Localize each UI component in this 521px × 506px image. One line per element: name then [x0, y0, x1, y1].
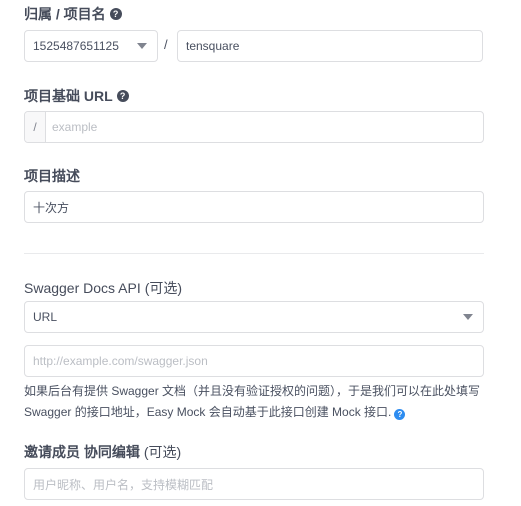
swagger-hint: 如果后台有提供 Swagger 文档（并且没有验证授权的问题），于是我们可以在此… [24, 384, 481, 420]
member-search-input[interactable]: 用户昵称、用户名，支持模糊匹配 [24, 468, 484, 500]
help-icon[interactable]: ? [116, 90, 129, 102]
project-name-value: tensquare [186, 39, 240, 53]
members-label: 邀请成员 协同编辑 (可选) [24, 444, 182, 460]
owner-project-label: 归属 / 项目名 ? [24, 4, 122, 24]
help-icon[interactable]: ? [109, 8, 122, 20]
base-url-input[interactable]: / example [24, 111, 484, 143]
description-value: 十次方 [33, 200, 70, 215]
owner-select[interactable]: 1525487651125 [24, 30, 158, 62]
project-name-input[interactable]: tensquare [177, 30, 483, 62]
base-url-prefix: / [25, 112, 46, 142]
chevron-down-icon [463, 314, 473, 320]
base-url-label: 项目基础 URL ? [24, 86, 129, 106]
swagger-type-value: URL [33, 310, 58, 324]
swagger-url-input[interactable]: http://example.com/swagger.json [24, 345, 484, 377]
chevron-down-icon [137, 43, 147, 49]
section-divider [24, 253, 484, 254]
description-input[interactable]: 十次方 [24, 191, 484, 223]
swagger-type-select[interactable]: URL [24, 301, 484, 333]
swagger-url-placeholder: http://example.com/swagger.json [33, 354, 208, 368]
swagger-label: Swagger Docs API (可选) [24, 280, 183, 296]
owner-project-separator: / [164, 37, 168, 52]
description-label: 项目描述 [24, 168, 80, 184]
info-icon[interactable]: ? [394, 409, 406, 420]
member-search-placeholder: 用户昵称、用户名，支持模糊匹配 [33, 477, 214, 492]
owner-select-value: 1525487651125 [33, 39, 119, 53]
